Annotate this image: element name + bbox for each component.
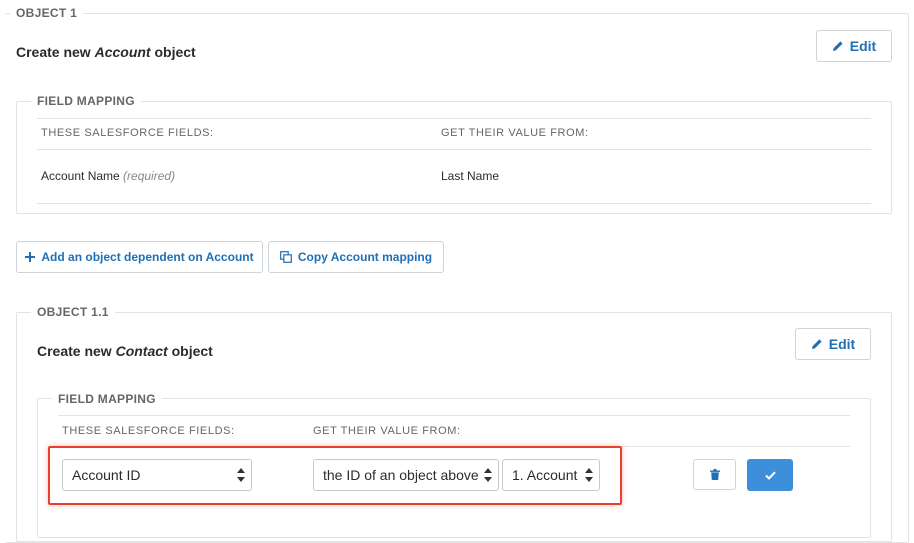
object-1-1-col-value-from: GET THEIR VALUE FROM: bbox=[313, 425, 461, 437]
delete-mapping-button[interactable] bbox=[693, 459, 736, 490]
object-1-col-value-from: GET THEIR VALUE FROM: bbox=[441, 127, 589, 139]
pencil-icon bbox=[832, 41, 843, 51]
object-1-col-salesforce-fields: THESE SALESFORCE FIELDS: bbox=[41, 127, 214, 139]
copy-icon bbox=[279, 251, 292, 263]
object-1-mapping-bottom-divider bbox=[37, 203, 871, 204]
pencil-icon bbox=[811, 339, 822, 349]
object-1-1-legend: OBJECT 1.1 bbox=[31, 305, 115, 319]
confirm-mapping-button[interactable] bbox=[747, 459, 793, 491]
copy-mapping-button[interactable]: Copy Account mapping bbox=[268, 241, 444, 273]
highlight-box bbox=[48, 446, 622, 505]
object-1-edit-button[interactable]: Edit bbox=[816, 30, 892, 62]
object-1-mapping-header-divider bbox=[37, 149, 871, 150]
object-1-1-title: Create new Contact object bbox=[37, 343, 213, 359]
object-1-1-edit-button[interactable]: Edit bbox=[795, 328, 871, 360]
object-1-1-field-mapping-legend: FIELD MAPPING bbox=[52, 392, 162, 406]
object-1-legend: OBJECT 1 bbox=[10, 6, 84, 20]
check-icon bbox=[764, 471, 776, 480]
object-1-1-col-salesforce-fields: THESE SALESFORCE FIELDS: bbox=[62, 425, 235, 437]
object-1-field-mapping-legend: FIELD MAPPING bbox=[31, 94, 141, 108]
object-1-mapping-field: Account Name (required) bbox=[41, 169, 176, 183]
add-dependent-object-button[interactable]: Add an object dependent on Account bbox=[16, 241, 263, 273]
object-1-mapping-value: Last Name bbox=[441, 169, 500, 183]
trash-icon bbox=[709, 469, 720, 480]
object-1-mapping-top-divider bbox=[37, 118, 871, 119]
plus-icon bbox=[25, 252, 36, 262]
object-1-title: Create new Account object bbox=[16, 44, 196, 60]
object-1-1-mapping-top-divider bbox=[58, 415, 850, 416]
